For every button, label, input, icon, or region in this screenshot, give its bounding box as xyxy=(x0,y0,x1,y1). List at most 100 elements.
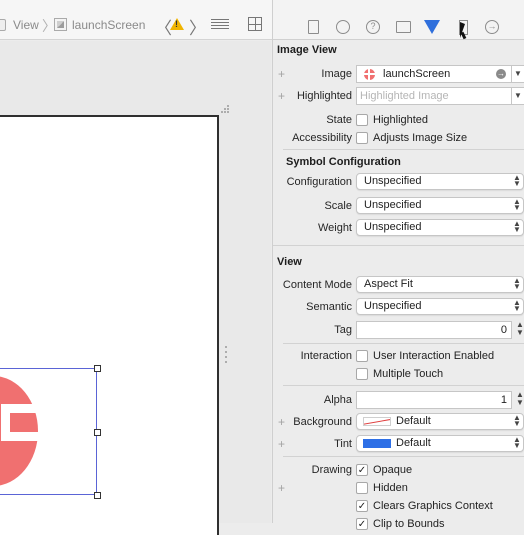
symbol-configuration-title: Symbol Configuration xyxy=(286,156,401,168)
semantic-value: Unspecified xyxy=(364,300,422,312)
view-controller-frame[interactable] xyxy=(0,115,219,535)
image-combo-box[interactable]: launchScreen → xyxy=(356,65,512,83)
chevron-updown-icon: ▲ ▼ xyxy=(513,413,521,428)
add-variation-highlighted-icon[interactable]: + xyxy=(278,89,285,103)
image-view-icon[interactable] xyxy=(54,18,67,31)
opaque-checkbox[interactable]: ✓ xyxy=(356,464,368,476)
background-value: Default xyxy=(396,415,431,427)
default-color-swatch xyxy=(363,417,391,426)
tag-stepper[interactable]: ▲ ▼ xyxy=(515,321,524,339)
clears-graphics-checkbox[interactable]: ✓ xyxy=(356,500,368,512)
attributes-inspector: Image View + Image launchScreen → ▼ + Hi… xyxy=(272,0,524,530)
next-issue-button[interactable]: 〉 xyxy=(189,14,206,39)
multiple-touch-label[interactable]: Multiple Touch xyxy=(373,368,443,380)
scale-popup[interactable]: Unspecified ▲ ▼ xyxy=(356,197,524,214)
mouse-cursor xyxy=(460,22,465,38)
content-mode-value: Aspect Fit xyxy=(364,278,413,290)
background-label: Background xyxy=(293,416,352,428)
scene-corner-handle[interactable] xyxy=(221,105,231,115)
resize-handle-bottom-right[interactable] xyxy=(94,492,101,499)
highlighted-image-combo-box[interactable]: Highlighted Image xyxy=(356,87,512,105)
state-label: State xyxy=(326,114,352,126)
image-view-section-title: Image View xyxy=(277,44,337,56)
chevron-updown-icon: ▲ ▼ xyxy=(513,435,521,450)
weight-value: Unspecified xyxy=(364,221,422,233)
content-mode-label: Content Mode xyxy=(282,279,352,291)
alpha-field[interactable]: 1 xyxy=(356,391,512,409)
image-value: launchScreen xyxy=(383,68,451,80)
user-interaction-label[interactable]: User Interaction Enabled xyxy=(373,350,494,362)
resize-handle-right[interactable] xyxy=(94,429,101,436)
background-color-popup[interactable]: Default ▲ ▼ xyxy=(356,413,524,430)
multiple-touch-checkbox[interactable] xyxy=(356,368,368,380)
chevron-updown-icon: ▲ ▼ xyxy=(513,173,521,188)
highlighted-dropdown-chevron-icon[interactable]: ▼ xyxy=(512,87,524,105)
history-inspector-icon[interactable] xyxy=(336,20,350,34)
go-to-asset-icon[interactable]: → xyxy=(496,69,506,79)
adjusts-image-size-checkbox[interactable] xyxy=(356,132,368,144)
tint-value: Default xyxy=(396,437,431,449)
tint-label: Tint xyxy=(334,438,352,450)
weight-popup[interactable]: Unspecified ▲ ▼ xyxy=(356,219,524,236)
alpha-stepper[interactable]: ▲ ▼ xyxy=(515,391,524,409)
chevron-updown-icon: ▲ ▼ xyxy=(513,197,521,212)
tag-field[interactable]: 0 xyxy=(356,321,512,339)
view-section-title: View xyxy=(277,256,302,268)
divider xyxy=(283,149,524,150)
highlighted-label: Highlighted xyxy=(296,90,352,102)
inspector-tab-bar xyxy=(273,0,524,40)
identity-inspector-icon[interactable] xyxy=(396,20,411,34)
highlighted-image-placeholder: Highlighted Image xyxy=(360,90,449,102)
hidden-label[interactable]: Hidden xyxy=(373,482,408,494)
connections-inspector-icon[interactable] xyxy=(485,20,499,34)
image-thumbnail-icon xyxy=(364,69,375,80)
image-dropdown-chevron-icon[interactable]: ▼ xyxy=(512,65,524,83)
breadcrumb-launchscreen[interactable]: launchScreen xyxy=(72,18,145,32)
breadcrumb-view[interactable]: View xyxy=(13,18,39,32)
semantic-label: Semantic xyxy=(306,301,352,313)
scale-label: Scale xyxy=(324,200,352,212)
semantic-popup[interactable]: Unspecified ▲ ▼ xyxy=(356,298,524,315)
quick-help-icon[interactable] xyxy=(366,20,380,34)
panel-divider-handle[interactable] xyxy=(225,346,228,366)
clip-to-bounds-checkbox[interactable]: ✓ xyxy=(356,518,368,530)
divider xyxy=(283,385,524,386)
tint-color-popup[interactable]: Default ▲ ▼ xyxy=(356,435,524,452)
chevron-updown-icon: ▲ ▼ xyxy=(513,219,521,234)
hidden-checkbox[interactable] xyxy=(356,482,368,494)
interaction-label: Interaction xyxy=(300,350,352,362)
tint-color-swatch xyxy=(363,439,391,448)
selected-image-view[interactable] xyxy=(0,365,101,499)
accessibility-label: Accessibility xyxy=(292,132,352,144)
storyboard-canvas[interactable] xyxy=(0,41,271,535)
clears-graphics-label[interactable]: Clears Graphics Context xyxy=(373,500,493,512)
configuration-popup[interactable]: Unspecified ▲ ▼ xyxy=(356,173,524,190)
add-variation-image-icon[interactable]: + xyxy=(278,67,285,81)
warning-icon[interactable] xyxy=(170,18,184,30)
state-highlighted-label[interactable]: Highlighted xyxy=(373,114,428,126)
content-mode-popup[interactable]: Aspect Fit ▲ ▼ xyxy=(356,276,524,293)
chevron-updown-icon: ▲ ▼ xyxy=(513,276,521,291)
add-variation-tint-icon[interactable]: + xyxy=(278,437,285,451)
clip-to-bounds-label[interactable]: Clip to Bounds xyxy=(373,518,445,530)
chevron-updown-icon: ▲ ▼ xyxy=(513,298,521,313)
attributes-inspector-icon[interactable] xyxy=(424,20,440,34)
divider xyxy=(283,456,524,457)
resize-handle-top-right[interactable] xyxy=(94,365,101,372)
add-variation-hidden-icon[interactable]: + xyxy=(278,481,285,495)
scale-value: Unspecified xyxy=(364,199,422,211)
document-outline-icon[interactable] xyxy=(211,19,229,31)
file-inspector-icon[interactable] xyxy=(306,20,320,34)
divider xyxy=(283,343,524,344)
tag-label: Tag xyxy=(334,324,352,336)
add-variation-background-icon[interactable]: + xyxy=(278,415,285,429)
state-highlighted-checkbox[interactable] xyxy=(356,114,368,126)
jump-bar: View 〉 launchScreen 〈 〉 xyxy=(0,0,272,40)
add-editor-icon[interactable] xyxy=(248,17,262,31)
user-interaction-checkbox[interactable] xyxy=(356,350,368,362)
adjusts-image-size-label[interactable]: Adjusts Image Size xyxy=(373,132,467,144)
section-divider xyxy=(273,245,524,246)
opaque-label[interactable]: Opaque xyxy=(373,464,412,476)
view-icon[interactable] xyxy=(0,19,6,31)
alpha-label: Alpha xyxy=(323,394,352,406)
